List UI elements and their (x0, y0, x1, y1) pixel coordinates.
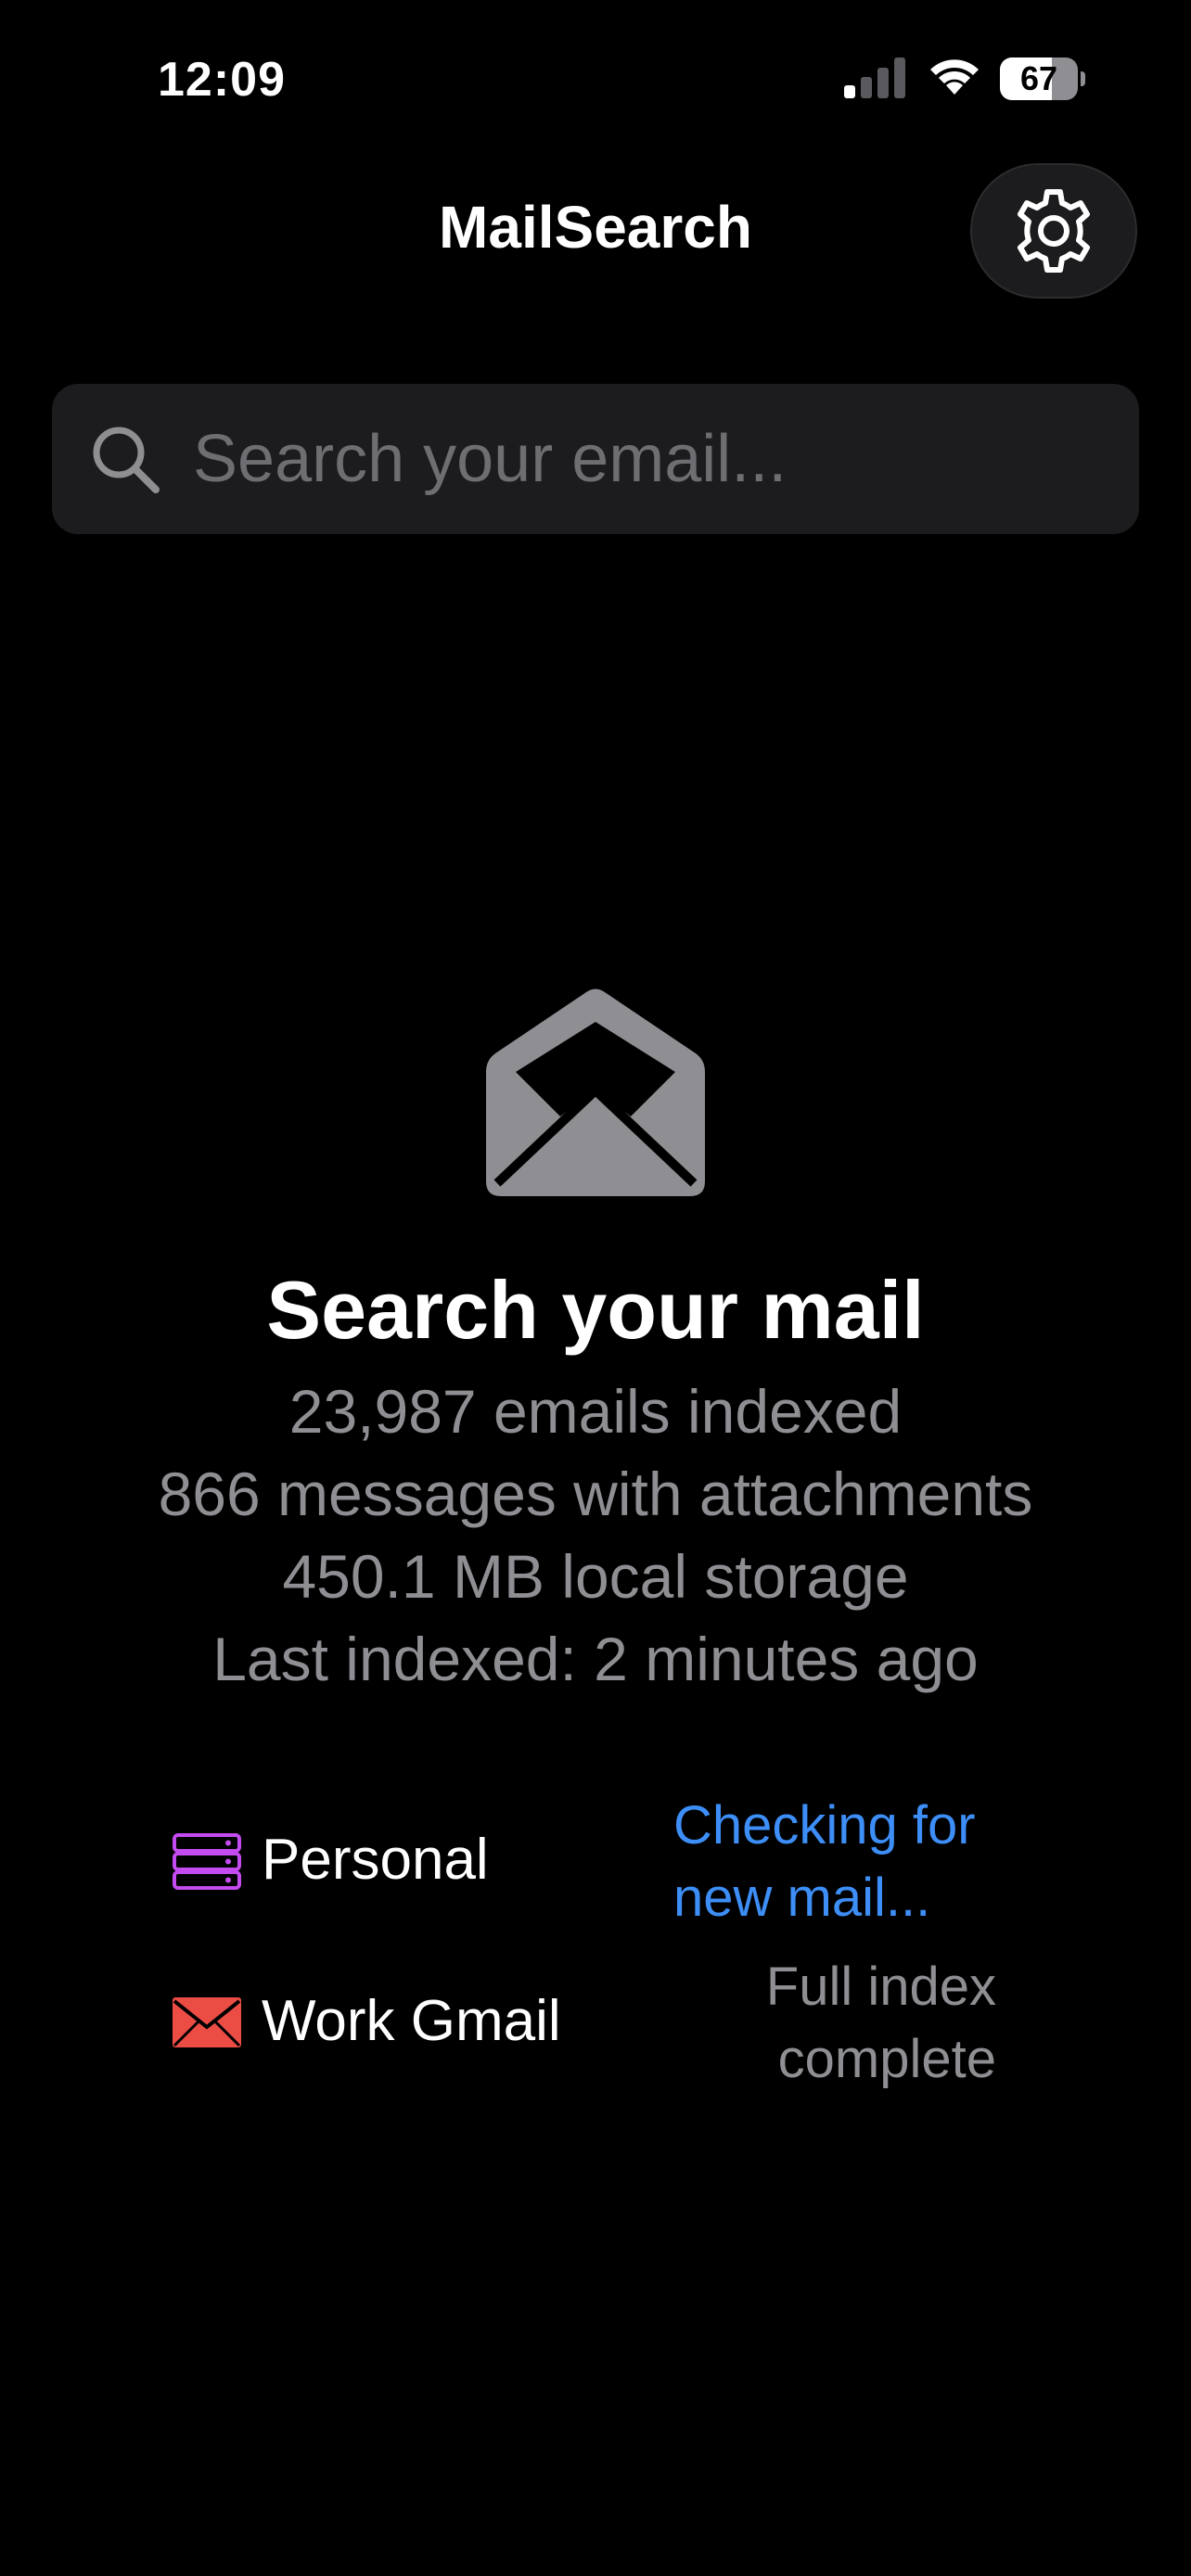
envelope-icon (173, 1997, 241, 2047)
battery-percent: 67 (1019, 59, 1058, 97)
stat-attachments: 866 messages with attachments (158, 1460, 1033, 1528)
stat-emails-indexed: 23,987 emails indexed (288, 1377, 903, 1446)
empty-state-title: Search your mail (266, 1264, 925, 1356)
wifi-icon (930, 59, 979, 95)
search-bar[interactable] (52, 384, 1139, 534)
account-name-work-gmail: Work Gmail (262, 1989, 561, 2053)
account-name-personal: Personal (262, 1828, 489, 1892)
search-input[interactable] (193, 384, 1111, 534)
account-status-work-gmail: Full index complete (765, 1957, 996, 2089)
settings-button[interactable] (970, 163, 1137, 299)
cellular-signal-icon (844, 57, 905, 98)
account-row-work-gmail[interactable]: Work Gmail Full index complete (0, 1957, 1191, 2127)
account-row-personal[interactable]: Personal Checking for new mail... (0, 1795, 1191, 1966)
gear-icon (1018, 189, 1090, 273)
stat-last-indexed: Last indexed: 2 minutes ago (212, 1625, 979, 1693)
server-icon (173, 1833, 241, 1890)
stat-local-storage: 450.1 MB local storage (282, 1542, 909, 1611)
battery-indicator: 67 (1000, 57, 1085, 100)
battery-body: 67 (1000, 57, 1078, 100)
status-bar: 12:09 67 (0, 0, 1191, 158)
status-time: 12:09 (158, 53, 286, 107)
battery-cap (1081, 71, 1085, 86)
envelope-open-icon (486, 988, 705, 1196)
search-icon (93, 427, 160, 493)
account-status-personal: Checking for new mail... (673, 1795, 976, 1928)
index-stats: 23,987 emails indexed 866 messages with … (0, 1371, 1191, 1701)
